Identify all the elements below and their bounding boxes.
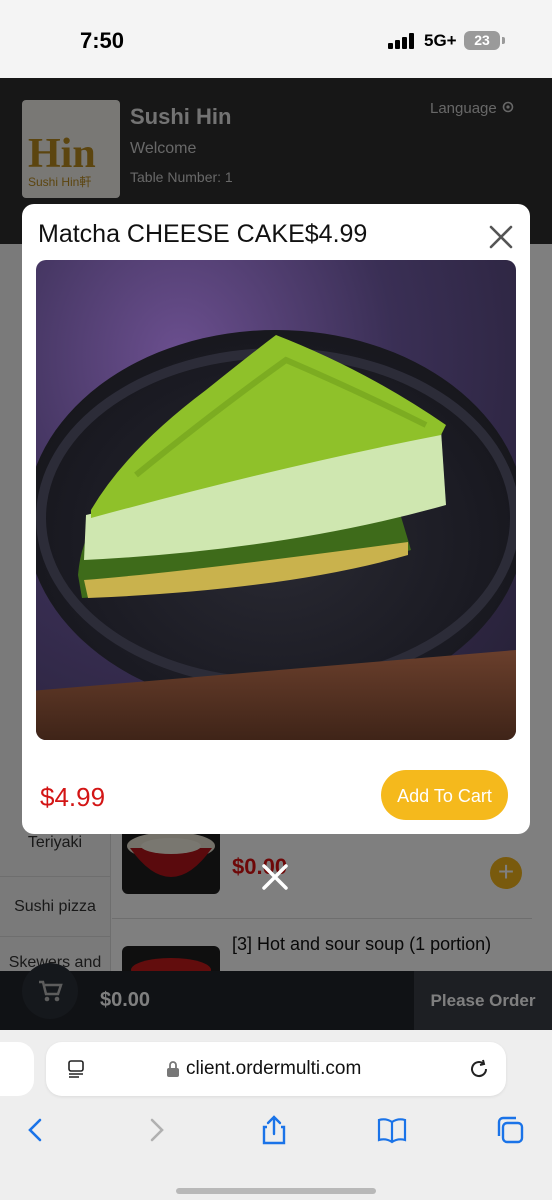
close-icon[interactable] [488, 224, 514, 250]
network-type: 5G+ [424, 31, 457, 50]
lock-icon [167, 1061, 179, 1077]
reload-icon[interactable] [468, 1058, 490, 1080]
product-modal: Matcha CHEESE CAKE$4.99 $4.99 Add To Car… [22, 204, 530, 834]
battery-icon: 23 [464, 31, 500, 50]
product-price: $4.99 [40, 782, 106, 812]
tabs-icon[interactable] [494, 1114, 526, 1146]
address-bar[interactable]: client.ordermulti.com [46, 1042, 506, 1096]
add-to-cart-button[interactable]: Add To Cart [381, 770, 508, 820]
status-bar: 7:50 5G+ 23 [0, 0, 552, 78]
back-icon[interactable] [20, 1114, 52, 1146]
forward-icon[interactable] [140, 1114, 172, 1146]
share-icon[interactable] [258, 1114, 290, 1146]
browser-chrome: client.ordermulti.com [0, 1030, 552, 1200]
status-time: 7:50 [80, 28, 125, 53]
signal-icon [388, 33, 416, 49]
cheesecake-illustration [78, 335, 446, 598]
close-icon[interactable] [258, 860, 292, 894]
battery-tip [502, 37, 505, 44]
previous-tab-preview[interactable] [0, 1042, 34, 1096]
product-image [36, 260, 516, 740]
home-indicator [176, 1188, 376, 1194]
product-title: Matcha CHEESE CAKE$4.99 [38, 220, 368, 248]
bookmarks-icon[interactable] [376, 1114, 408, 1146]
url-text: client.ordermulti.com [186, 1058, 362, 1079]
reader-icon[interactable] [66, 1059, 86, 1079]
